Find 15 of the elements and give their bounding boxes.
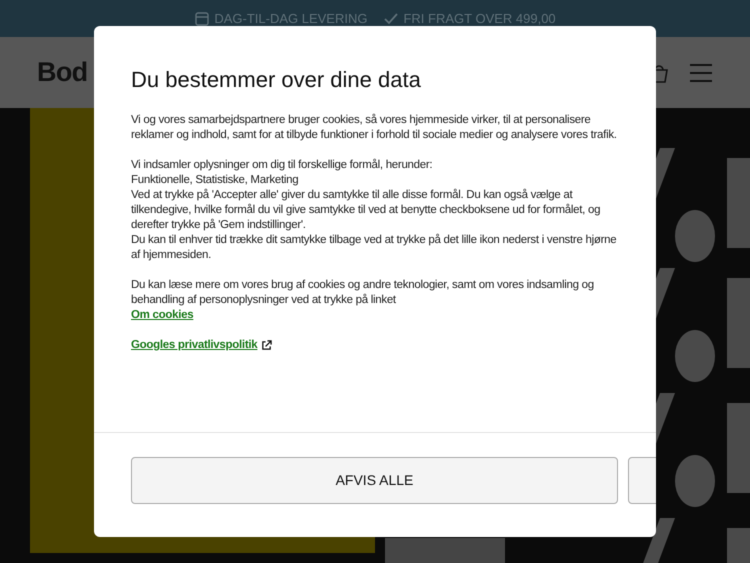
check-icon — [383, 10, 400, 26]
body-text: Ved at trykke på 'Accepter alle' giver du samtykke til alle disse formål. Du kan også vælge at tilkendegive, hvilke formål du vil give samtykke til ved at benytte checkboksene ud for formålet, og derefter trykke på 'Gem indstillinger'. — [131, 188, 602, 233]
reject-all-button[interactable]: AFVIS ALLE — [131, 457, 618, 504]
dialog-title: Du bestemmer over dine data — [131, 66, 422, 94]
body-text: Du kan til enhver tid trække dit samtykke tilbage ved at trykke på det lille ikon nederst i venstre hjørne af hjemmesiden. — [131, 233, 618, 263]
body-text: Vi indsamler oplysninger om dig til forskellige formål, herunder: — [131, 158, 434, 173]
body-text: Vi og vores samarbejdspartnere bruger cookies, så vores hjemmeside virker, til at personalisere reklamer og indhold, samt for at tilbyde funktioner i forhold til sociale medier og analysere vores trafik. — [131, 113, 618, 143]
box-icon — [194, 10, 210, 26]
promo-text: DAG-TIL-DAG LEVERING — [214, 10, 368, 28]
link[interactable]: Om cookies — [131, 308, 194, 323]
body-text: Du kan læse mere om vores brug af cookies og andre teknologier, samt om vores indsamling og behandling af personoplysninger ved at trykke på linket — [131, 278, 595, 308]
menu-icon[interactable] — [689, 62, 713, 82]
link[interactable]: Googles privatlivspolitik — [131, 338, 258, 353]
body-text: Funktionelle, Statistiske, Marketing — [131, 173, 300, 188]
promo-text: FRI FRAGT OVER 499,00 — [403, 10, 556, 28]
